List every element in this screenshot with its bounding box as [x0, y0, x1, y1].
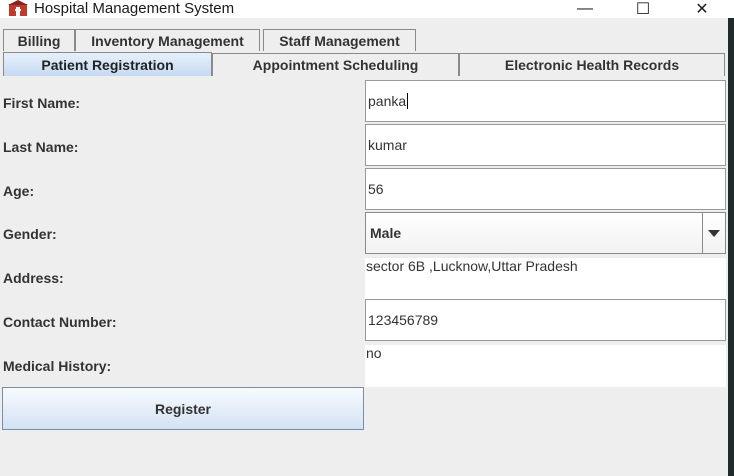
tab-electronic-health-records[interactable]: Electronic Health Records	[459, 53, 725, 76]
tab-patient-registration[interactable]: Patient Registration	[3, 52, 212, 76]
first-name-label: First Name:	[3, 95, 81, 111]
window-title: Hospital Management System	[34, 0, 235, 17]
tab-label: Appointment Scheduling	[252, 57, 419, 73]
gender-select[interactable]: Male	[365, 212, 726, 254]
register-button[interactable]: Register	[2, 387, 364, 430]
minimize-button[interactable]: —	[562, 0, 608, 18]
tab-billing[interactable]: Billing	[3, 29, 75, 51]
tab-label: Staff Management	[279, 32, 400, 49]
tab-label: Inventory Management	[91, 32, 244, 49]
maximize-icon: ☐	[635, 1, 651, 18]
tab-inventory-management[interactable]: Inventory Management	[75, 29, 260, 51]
medical-history-textarea[interactable]: no	[365, 345, 726, 387]
medical-history-value: no	[366, 345, 382, 361]
first-name-value: panka	[368, 93, 407, 109]
address-textarea[interactable]: sector 6B ,Lucknow,Uttar Pradesh	[365, 258, 726, 300]
last-name-value: kumar	[368, 137, 407, 153]
tab-label: Billing	[17, 32, 61, 49]
window-edge	[728, 18, 734, 476]
contact-number-value: 123456789	[368, 312, 439, 328]
app-icon	[8, 0, 28, 17]
minimize-icon: —	[577, 0, 593, 17]
maximize-button[interactable]: ☐	[620, 0, 666, 18]
last-name-field[interactable]: kumar	[365, 124, 726, 166]
gender-label: Gender:	[3, 226, 57, 242]
address-label: Address:	[3, 270, 64, 286]
gender-value: Male	[370, 225, 402, 241]
first-name-field[interactable]: panka	[365, 80, 726, 122]
tab-staff-management[interactable]: Staff Management	[263, 29, 416, 51]
last-name-label: Last Name:	[3, 139, 79, 155]
close-button[interactable]: ✕	[679, 0, 725, 18]
chevron-down-icon[interactable]	[702, 213, 725, 253]
age-label: Age:	[3, 183, 35, 199]
text-caret	[407, 93, 409, 109]
contact-number-label: Contact Number:	[3, 314, 117, 330]
tab-label: Electronic Health Records	[504, 57, 680, 73]
title-bar: Hospital Management System — ☐ ✕	[0, 0, 734, 18]
contact-number-field[interactable]: 123456789	[365, 299, 726, 341]
address-value: sector 6B ,Lucknow,Uttar Pradesh	[366, 258, 578, 274]
medical-history-label: Medical History:	[3, 358, 112, 374]
age-field[interactable]: 56	[365, 168, 726, 210]
register-label: Register	[154, 400, 212, 417]
age-value: 56	[368, 181, 384, 197]
tab-appointment-scheduling[interactable]: Appointment Scheduling	[212, 53, 459, 76]
tab-label: Patient Registration	[41, 56, 174, 73]
close-icon: ✕	[695, 1, 709, 18]
